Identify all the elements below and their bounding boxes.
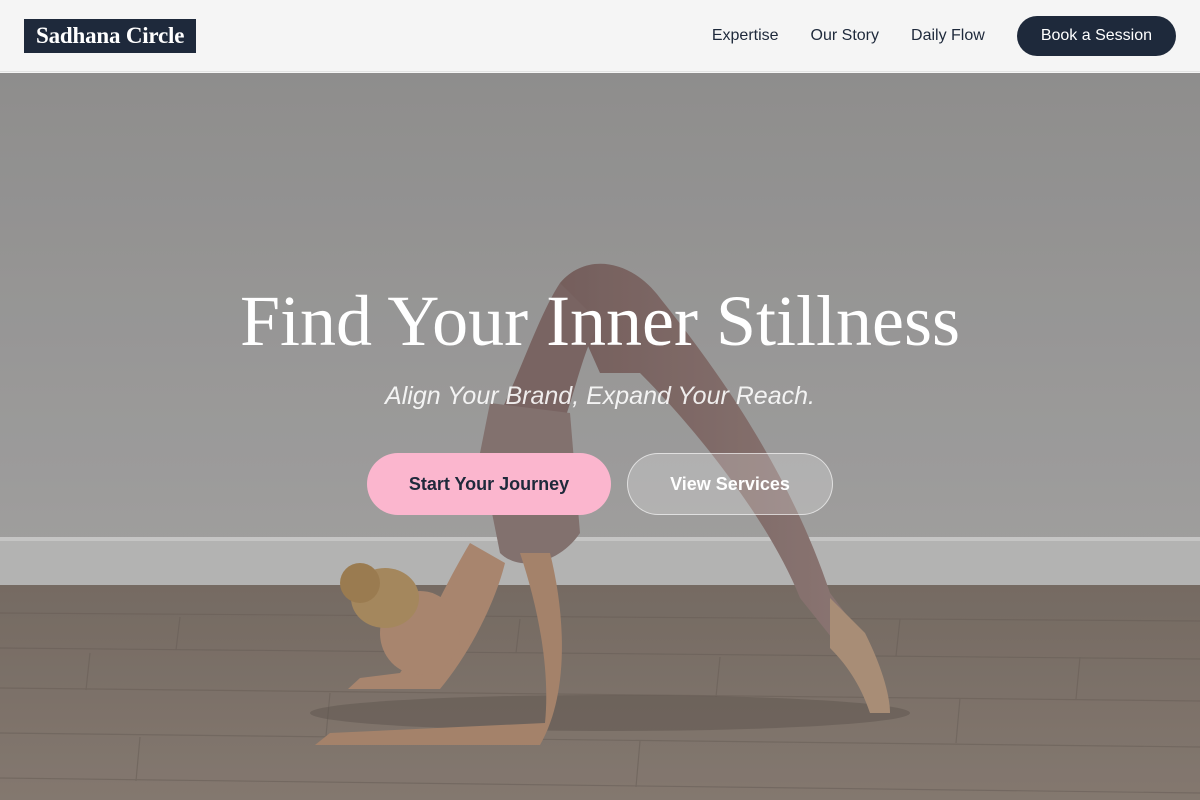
hero-button-group: Start Your Journey View Services [0, 453, 1200, 515]
hero-section: Find Your Inner Stillness Align Your Bra… [0, 73, 1200, 800]
main-nav: Expertise Our Story Daily Flow Book a Se… [712, 15, 1176, 56]
start-journey-button[interactable]: Start Your Journey [367, 453, 611, 515]
nav-link-expertise[interactable]: Expertise [712, 27, 779, 45]
hero-subtitle: Align Your Brand, Expand Your Reach. [385, 382, 815, 410]
hero-title: Find Your Inner Stillness [239, 281, 961, 361]
book-session-button[interactable]: Book a Session [1016, 15, 1176, 56]
hero-content: Find Your Inner Stillness Align Your Bra… [0, 73, 1200, 800]
site-logo[interactable]: Sadhana Circle [24, 18, 197, 53]
nav-link-daily-flow[interactable]: Daily Flow [911, 27, 985, 45]
site-header: Sadhana Circle Expertise Our Story Daily… [0, 0, 1200, 72]
nav-link-our-story[interactable]: Our Story [811, 27, 879, 45]
view-services-button[interactable]: View Services [627, 453, 833, 515]
